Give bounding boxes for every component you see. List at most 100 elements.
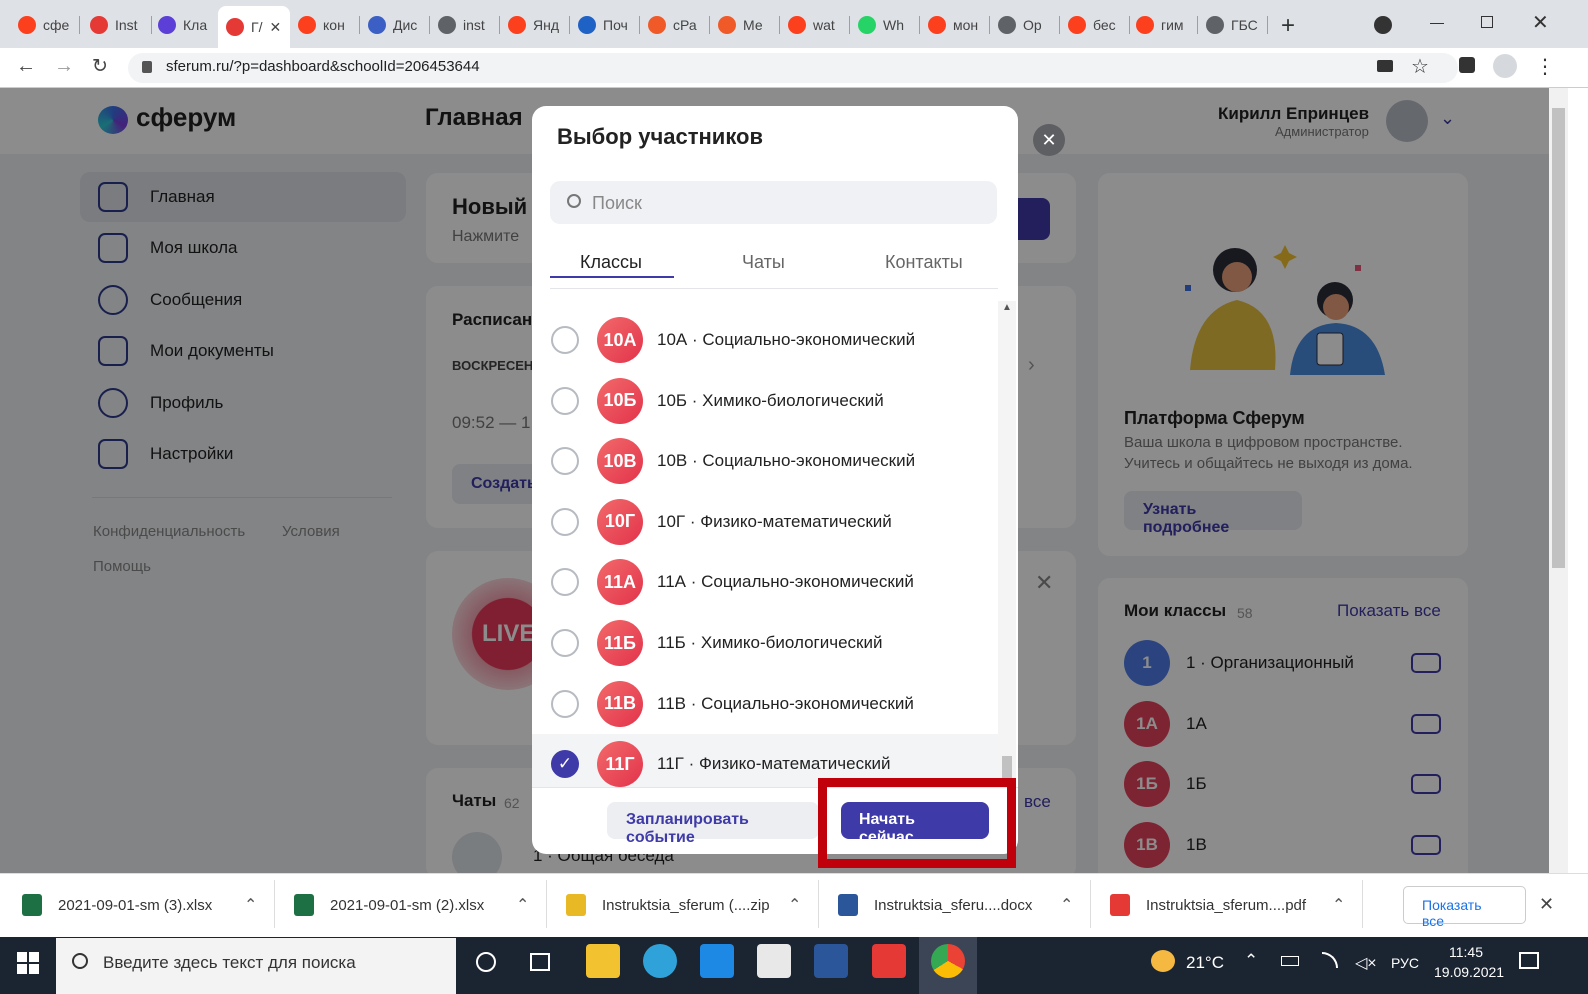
- browser-tab[interactable]: гим: [1128, 8, 1198, 42]
- checkbox-icon[interactable]: [551, 629, 579, 657]
- schedule-event-button[interactable]: Запланировать событие: [607, 802, 819, 846]
- word-icon[interactable]: [814, 944, 848, 978]
- globe-icon: [998, 16, 1016, 34]
- forward-icon[interactable]: →: [54, 55, 74, 78]
- store-icon[interactable]: [757, 944, 791, 978]
- browser-tab[interactable]: wat: [780, 8, 850, 42]
- cp-icon: [648, 16, 666, 34]
- excel-icon: [294, 894, 314, 916]
- tab-search-icon[interactable]: [1374, 16, 1392, 34]
- download-item[interactable]: 2021-09-01-sm (2).xlsx ⌃: [294, 873, 529, 937]
- browser-tab[interactable]: Поч: [570, 8, 640, 42]
- browser-tab[interactable]: Г/ ✕: [218, 6, 290, 48]
- browser-tab[interactable]: Inst: [82, 8, 152, 42]
- close-tab-icon[interactable]: ✕: [269, 19, 281, 36]
- browser-tab[interactable]: inst: [430, 8, 500, 42]
- close-downloads-icon[interactable]: ✕: [1539, 894, 1554, 915]
- minimize-icon[interactable]: [1430, 23, 1444, 24]
- menu-icon[interactable]: ⋮: [1535, 54, 1555, 79]
- scroll-up-icon[interactable]: ▲: [1002, 302, 1012, 313]
- download-item[interactable]: 2021-09-01-sm (3).xlsx ⌃: [22, 873, 257, 937]
- windows-start-icon[interactable]: [17, 952, 39, 974]
- browser-tab[interactable]: кон: [290, 8, 360, 42]
- new-tab-button[interactable]: +: [1281, 12, 1295, 40]
- cp-icon: [718, 16, 736, 34]
- url-text[interactable]: sferum.ru/?p=dashboard&schoolId=20645364…: [166, 58, 480, 75]
- download-item[interactable]: Instruktsia_sferum (....zip ⌃: [566, 873, 801, 937]
- mail-icon[interactable]: [700, 944, 734, 978]
- class-list-item[interactable]: 10В 10В · Социально-экономический: [532, 431, 998, 491]
- class-list-item[interactable]: 10Б 10Б · Химико-биологический: [532, 371, 998, 431]
- browser-tab[interactable]: Янд: [500, 8, 570, 42]
- browser-tab[interactable]: бес: [1060, 8, 1130, 42]
- browser-tab-title: бес: [1093, 17, 1116, 33]
- checkbox-checked-icon[interactable]: ✓: [551, 750, 579, 779]
- maximize-icon[interactable]: [1481, 16, 1493, 28]
- bookmark-star-icon[interactable]: ☆: [1411, 54, 1429, 79]
- chrome-icon[interactable]: [931, 944, 965, 978]
- download-item[interactable]: Instruktsia_sferu....docx ⌃: [838, 873, 1073, 937]
- tab-classes[interactable]: Классы: [580, 252, 642, 273]
- divider: [1090, 880, 1091, 928]
- cortana-icon[interactable]: [476, 952, 496, 972]
- checkbox-icon[interactable]: [551, 507, 579, 536]
- checkbox-icon[interactable]: [551, 568, 579, 597]
- chevron-up-icon[interactable]: ⌃: [244, 895, 257, 915]
- list-scrollbar[interactable]: [998, 301, 1016, 787]
- class-label: 11А · Социально-экономический: [657, 572, 914, 592]
- browser-tab[interactable]: Дис: [360, 8, 430, 42]
- browser-tab[interactable]: Wh: [850, 8, 920, 42]
- class-list-item[interactable]: 10Г 10Г · Физико-математический: [532, 492, 998, 552]
- checkbox-icon[interactable]: [551, 689, 579, 718]
- class-list-item[interactable]: 11Б 11Б · Химико-биологический: [532, 613, 998, 673]
- chevron-up-icon[interactable]: ⌃: [1060, 895, 1073, 915]
- browser-tab[interactable]: ГБС: [1198, 8, 1268, 42]
- browser-tab[interactable]: сРа: [640, 8, 710, 42]
- weather-temp[interactable]: 21°C: [1186, 953, 1224, 973]
- checkbox-icon[interactable]: [551, 326, 579, 354]
- browser-tab[interactable]: сфе: [10, 8, 80, 42]
- class-list-item[interactable]: 11В 11В · Социально-экономический: [532, 674, 998, 734]
- edge-icon[interactable]: [643, 944, 677, 978]
- page-scrollbar-thumb[interactable]: [1552, 108, 1565, 568]
- back-icon[interactable]: ←: [16, 55, 36, 78]
- chevron-up-icon[interactable]: ⌃: [516, 895, 529, 915]
- class-list-item[interactable]: 10А 10А · Социально-экономический: [532, 310, 998, 370]
- class-list-item[interactable]: 11А 11А · Социально-экономический: [532, 552, 998, 612]
- clock-time[interactable]: 11:45: [1449, 944, 1483, 960]
- task-view-icon[interactable]: [530, 953, 550, 971]
- taskbar-search-placeholder[interactable]: Введите здесь текст для поиска: [103, 953, 356, 973]
- browser-tab[interactable]: Кла: [150, 8, 220, 42]
- notifications-icon[interactable]: [1519, 952, 1539, 969]
- file-explorer-icon[interactable]: [586, 944, 620, 978]
- search-placeholder[interactable]: Поиск: [592, 193, 642, 214]
- clock-date[interactable]: 19.09.2021: [1434, 964, 1504, 980]
- close-window-icon[interactable]: ✕: [1532, 10, 1549, 35]
- browser-tab[interactable]: Ор: [990, 8, 1060, 42]
- battery-icon[interactable]: [1281, 956, 1299, 966]
- language-indicator[interactable]: РУС: [1391, 955, 1419, 971]
- class-list[interactable]: 10А 10А · Социально-экономический 10Б 10Б ·…: [532, 301, 998, 787]
- reload-icon[interactable]: ↻: [92, 55, 108, 78]
- chevron-up-icon[interactable]: ⌃: [1332, 895, 1345, 915]
- tab-contacts[interactable]: Контакты: [885, 252, 963, 273]
- modal-close-icon[interactable]: ✕: [1033, 124, 1065, 156]
- browser-tab[interactable]: мон: [920, 8, 990, 42]
- anydesk-icon[interactable]: [872, 944, 906, 978]
- download-item[interactable]: Instruktsia_sferum....pdf ⌃: [1110, 873, 1345, 937]
- camera-blocked-icon[interactable]: [1377, 60, 1393, 72]
- weather-icon: [1151, 950, 1175, 972]
- volume-icon[interactable]: ◁×: [1355, 953, 1377, 973]
- extensions-icon[interactable]: [1459, 57, 1475, 73]
- checkbox-icon[interactable]: [551, 447, 579, 476]
- tray-arrow-icon[interactable]: ⌃: [1244, 951, 1258, 971]
- chevron-up-icon[interactable]: ⌃: [788, 895, 801, 915]
- profile-icon[interactable]: [1493, 54, 1517, 78]
- browser-tab[interactable]: Ме: [710, 8, 780, 42]
- globe-icon: [438, 16, 456, 34]
- tab-chats[interactable]: Чаты: [742, 252, 785, 273]
- checkbox-icon[interactable]: [551, 386, 579, 415]
- show-all-downloads-button[interactable]: Показать все: [1403, 886, 1526, 929]
- browser-tab-title: Wh: [883, 17, 904, 33]
- yandex-icon: [788, 16, 806, 34]
